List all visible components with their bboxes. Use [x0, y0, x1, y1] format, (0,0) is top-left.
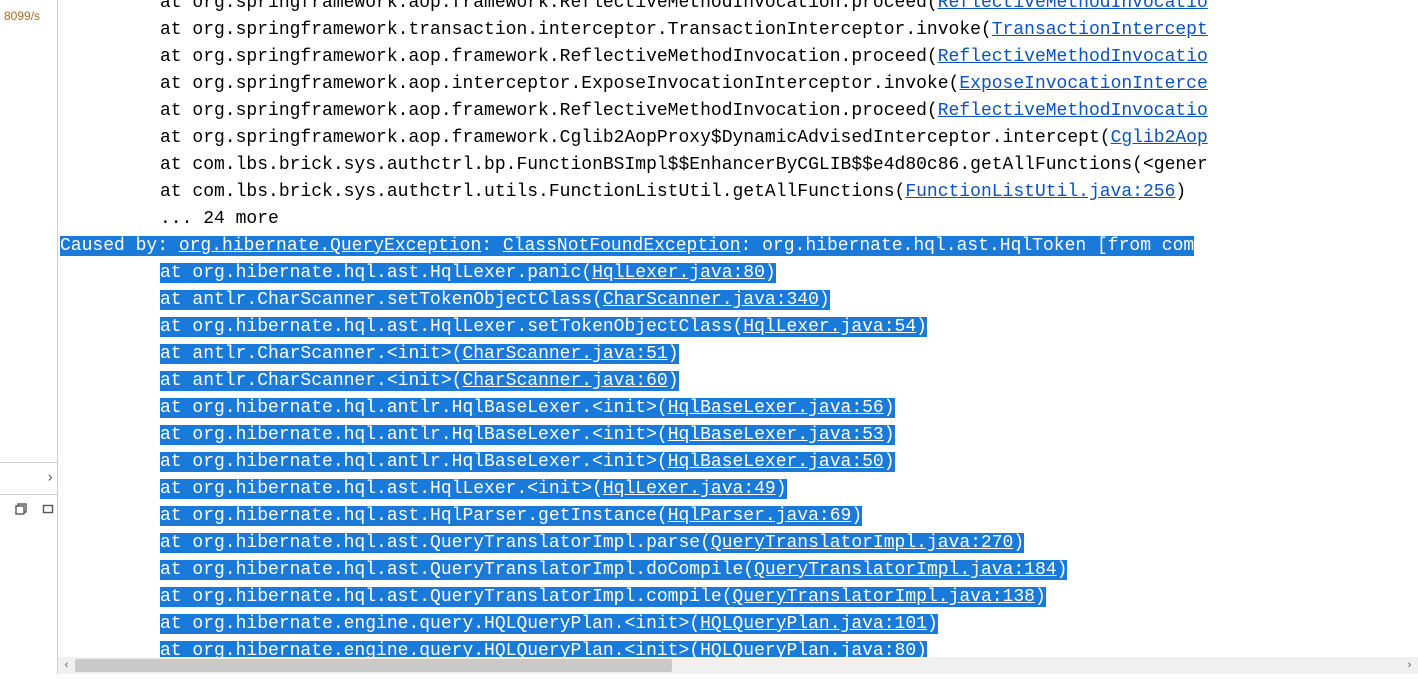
stack-trace-line: at org.hibernate.hql.antlr.HqlBaseLexer.…: [58, 395, 1418, 422]
trace-line-text: at org.springframework.aop.framework.Ref…: [160, 0, 938, 13]
stack-trace-line: at antlr.CharScanner.<init>(CharScanner.…: [58, 341, 1418, 368]
sidebar-top-label: 8099/s: [0, 0, 57, 33]
trace-line-text: at com.lbs.brick.sys.authctrl.utils.Func…: [160, 182, 905, 202]
trace-line-suffix: ): [776, 479, 787, 499]
stack-trace-line: at org.springframework.aop.framework.Cgl…: [58, 125, 1418, 152]
stack-trace-line: at org.hibernate.hql.antlr.HqlBaseLexer.…: [58, 449, 1418, 476]
stack-trace-line: at org.hibernate.hql.ast.HqlParser.getIn…: [58, 503, 1418, 530]
stack-trace-line: at com.lbs.brick.sys.authctrl.utils.Func…: [58, 179, 1418, 206]
trace-line-text: at org.springframework.aop.framework.Cgl…: [160, 128, 1111, 148]
source-link[interactable]: QueryTranslatorImpl.java:138: [733, 587, 1035, 607]
source-link[interactable]: HqlLexer.java:54: [743, 317, 916, 337]
restore-window-icon[interactable]: [15, 501, 38, 521]
stack-trace-line: at org.springframework.aop.framework.Ref…: [58, 98, 1418, 125]
trace-line-text: at org.hibernate.hql.ast.HqlLexer.<init>…: [160, 479, 603, 499]
trace-line-text: at org.hibernate.hql.ast.QueryTranslator…: [160, 533, 711, 553]
stack-trace-line: at com.lbs.brick.sys.authctrl.bp.Functio…: [58, 152, 1418, 179]
trace-line-suffix: ): [884, 398, 895, 418]
trace-line-text: at org.hibernate.hql.ast.HqlLexer.setTok…: [160, 317, 743, 337]
trace-line-suffix: ): [884, 452, 895, 472]
trace-line-text: at org.springframework.transaction.inter…: [160, 20, 992, 40]
source-link[interactable]: ReflectiveMethodInvocatio: [938, 101, 1208, 121]
stack-trace-line: at org.springframework.aop.interceptor.E…: [58, 71, 1418, 98]
trace-line-text: at antlr.CharScanner.setTokenObjectClass…: [160, 290, 603, 310]
trace-line-text: at org.hibernate.engine.query.HQLQueryPl…: [160, 614, 700, 634]
console-pane: at org.springframework.aop.framework.Ref…: [58, 0, 1418, 674]
trace-line-text: at org.springframework.aop.framework.Ref…: [160, 101, 938, 121]
source-link[interactable]: QueryTranslatorImpl.java:184: [754, 560, 1056, 580]
trace-line-suffix: ): [927, 614, 938, 634]
stack-trace-line: at org.springframework.aop.framework.Ref…: [58, 44, 1418, 71]
stack-trace-line: at org.hibernate.hql.ast.HqlLexer.setTok…: [58, 314, 1418, 341]
stack-trace-line: at org.hibernate.hql.ast.QueryTranslator…: [58, 557, 1418, 584]
trace-line-suffix: ): [1057, 560, 1068, 580]
source-link[interactable]: HqlLexer.java:80: [592, 263, 765, 283]
source-link[interactable]: HQLQueryPlan.java:101: [700, 614, 927, 634]
sidebar-divider: [0, 494, 58, 495]
source-link[interactable]: Cglib2Aop: [1111, 128, 1208, 148]
stack-trace-line: at antlr.CharScanner.setTokenObjectClass…: [58, 287, 1418, 314]
trace-line-suffix: ): [1013, 533, 1024, 553]
source-link[interactable]: HqlBaseLexer.java:56: [668, 398, 884, 418]
source-link[interactable]: HqlLexer.java:49: [603, 479, 776, 499]
source-link[interactable]: CharScanner.java:340: [603, 290, 819, 310]
stack-trace-line: at org.springframework.aop.framework.Ref…: [58, 0, 1418, 17]
trace-line-suffix: ): [668, 344, 679, 364]
trace-line-suffix: ): [1175, 182, 1186, 202]
stack-trace-more: ... 24 more: [58, 206, 1418, 233]
scrollbar-track[interactable]: [75, 657, 1401, 674]
trace-line-suffix: ): [851, 506, 862, 526]
stack-trace-line: at org.hibernate.engine.query.HQLQueryPl…: [58, 611, 1418, 638]
scroll-left-button[interactable]: ‹: [58, 657, 75, 674]
trace-line-text: at org.hibernate.hql.ast.QueryTranslator…: [160, 560, 754, 580]
trace-line-text: at org.hibernate.hql.ast.HqlLexer.panic(: [160, 263, 592, 283]
scrollbar-thumb[interactable]: [75, 659, 672, 672]
stack-trace-line: at antlr.CharScanner.<init>(CharScanner.…: [58, 368, 1418, 395]
trace-line-text: at org.springframework.aop.framework.Ref…: [160, 47, 938, 67]
source-link[interactable]: ExposeInvocationInterce: [959, 74, 1207, 94]
trace-line-suffix: ): [1035, 587, 1046, 607]
trace-line-text: at org.hibernate.hql.ast.QueryTranslator…: [160, 587, 733, 607]
source-link[interactable]: FunctionListUtil.java:256: [905, 182, 1175, 202]
caused-by-line: Caused by: org.hibernate.QueryException:…: [58, 233, 1418, 260]
trace-line-text: at org.hibernate.hql.ast.HqlParser.getIn…: [160, 506, 668, 526]
source-link[interactable]: QueryTranslatorImpl.java:270: [711, 533, 1013, 553]
stack-trace-line: at org.hibernate.hql.antlr.HqlBaseLexer.…: [58, 422, 1418, 449]
trace-line-text: at org.hibernate.hql.antlr.HqlBaseLexer.…: [160, 452, 668, 472]
scroll-right-button[interactable]: ›: [1401, 657, 1418, 674]
trace-line-suffix: ): [765, 263, 776, 283]
stack-trace-line: at org.springframework.transaction.inter…: [58, 17, 1418, 44]
trace-line-suffix: ): [916, 317, 927, 337]
trace-line-text: at com.lbs.brick.sys.authctrl.bp.Functio…: [160, 155, 1208, 175]
sidebar-icon-row: [0, 498, 58, 522]
stack-trace-line: at org.hibernate.hql.ast.HqlLexer.<init>…: [58, 476, 1418, 503]
stack-trace-line: at org.hibernate.hql.ast.HqlLexer.panic(…: [58, 260, 1418, 287]
window-icon[interactable]: [42, 501, 54, 521]
trace-line-text: at org.hibernate.hql.antlr.HqlBaseLexer.…: [160, 398, 668, 418]
trace-line-text: at antlr.CharScanner.<init>(: [160, 371, 462, 391]
trace-line-text: at antlr.CharScanner.<init>(: [160, 344, 462, 364]
horizontal-scrollbar[interactable]: ‹ ›: [58, 657, 1418, 674]
source-link[interactable]: CharScanner.java:51: [462, 344, 667, 364]
source-link[interactable]: CharScanner.java:60: [462, 371, 667, 391]
trace-line-text: at org.springframework.aop.interceptor.E…: [160, 74, 959, 94]
chevron-right-icon: ›: [47, 462, 52, 492]
sidebar-expand-button[interactable]: ›: [0, 463, 58, 487]
sidebar: 8099/s ›: [0, 0, 58, 674]
source-link[interactable]: HqlBaseLexer.java:53: [668, 425, 884, 445]
trace-line-suffix: ): [884, 425, 895, 445]
source-link[interactable]: HqlParser.java:69: [668, 506, 852, 526]
stack-trace-line: at org.hibernate.hql.ast.QueryTranslator…: [58, 530, 1418, 557]
stack-trace-output: at org.springframework.aop.framework.Ref…: [58, 0, 1418, 665]
source-link[interactable]: ReflectiveMethodInvocatio: [938, 47, 1208, 67]
source-link[interactable]: HqlBaseLexer.java:50: [668, 452, 884, 472]
source-link[interactable]: TransactionIntercept: [992, 20, 1208, 40]
trace-line-suffix: ): [819, 290, 830, 310]
trace-line-suffix: ): [668, 371, 679, 391]
source-link[interactable]: ReflectiveMethodInvocatio: [938, 0, 1208, 13]
stack-trace-line: at org.hibernate.hql.ast.QueryTranslator…: [58, 584, 1418, 611]
trace-line-text: at org.hibernate.hql.antlr.HqlBaseLexer.…: [160, 425, 668, 445]
